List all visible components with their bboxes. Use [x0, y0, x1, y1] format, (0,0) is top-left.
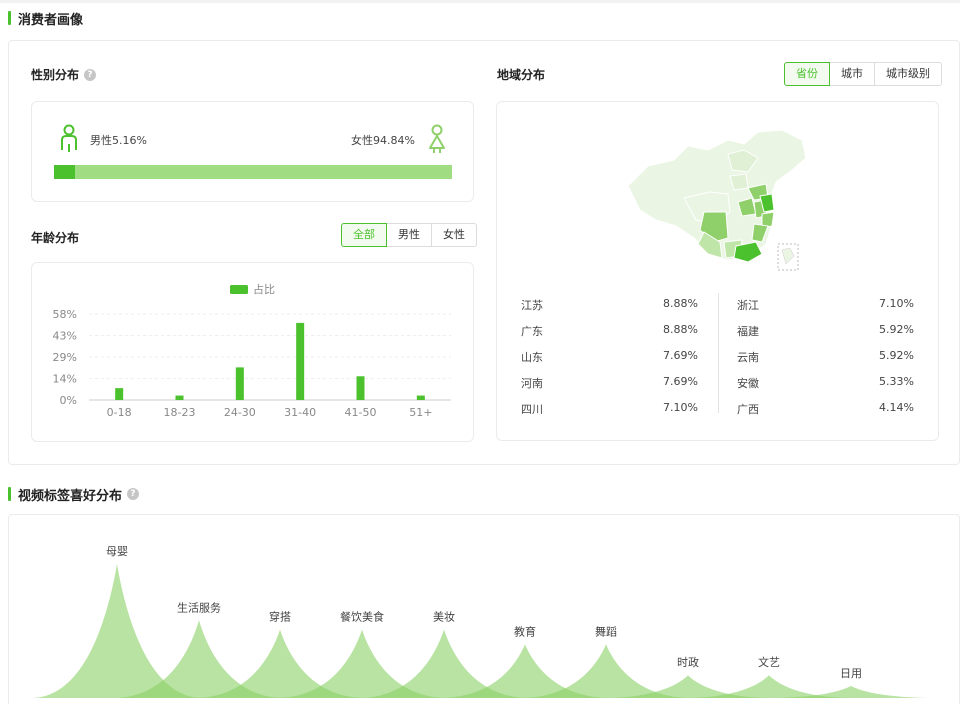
male-ratio-fill	[54, 165, 75, 179]
region-name: 广西	[737, 403, 759, 416]
region-percent: 8.88%	[663, 323, 698, 336]
region-name: 广东	[521, 325, 543, 338]
region-row: 河南 7.69%	[521, 375, 698, 391]
help-icon[interactable]: ?	[127, 488, 140, 500]
region-percent: 5.33%	[879, 375, 914, 388]
legend-label: 占比	[253, 282, 275, 296]
region-row: 安徽 5.33%	[737, 375, 914, 391]
female-share-label: 女性94.84%	[351, 134, 415, 147]
tag-label: 教育	[514, 624, 536, 638]
gender-title-row: 性别分布 ?	[31, 66, 97, 83]
region-percent: 5.92%	[879, 323, 914, 336]
y-tick-label: 43%	[53, 330, 77, 343]
tag-label: 日用	[840, 667, 862, 680]
gender-title: 性别分布	[31, 68, 80, 82]
tag-label: 文艺	[758, 655, 780, 669]
tag-preference-chart: 母婴生活服务穿搭 餐饮美食 美妆教育 舞蹈时政 文艺日用	[31, 545, 937, 698]
consumer-section-header: 消费者画像	[8, 10, 84, 28]
age-title-row: 年龄分布	[31, 229, 79, 246]
y-tick-label: 29%	[53, 351, 77, 364]
age-bar	[235, 367, 244, 400]
region-column-divider	[718, 293, 719, 413]
region-percent: 7.10%	[663, 401, 698, 414]
section-accent-bar	[8, 487, 11, 501]
y-tick-label: 14%	[53, 373, 77, 386]
x-tick-label: 0-18	[107, 406, 132, 419]
region-row: 四川 7.10%	[521, 401, 698, 417]
y-tick-label: 58%	[53, 308, 77, 321]
region-percent: 7.69%	[663, 375, 698, 388]
y-tick-label: 0%	[60, 394, 77, 407]
tab-age-female[interactable]: 女性	[431, 223, 477, 247]
tab-region-city[interactable]: 城市	[829, 62, 875, 86]
gender-panel	[31, 101, 474, 202]
region-percent: 8.88%	[663, 297, 698, 310]
region-name: 安徽	[737, 377, 759, 390]
region-percent: 7.69%	[663, 349, 698, 362]
tag-label: 时政	[677, 655, 699, 669]
section-accent-bar	[8, 11, 11, 25]
male-icon	[61, 124, 77, 152]
region-name: 浙江	[737, 299, 759, 312]
region-name: 河南	[521, 377, 543, 390]
tab-region-province[interactable]: 省份	[784, 62, 830, 86]
tag-label: 穿搭	[269, 610, 291, 624]
age-bar	[416, 395, 425, 400]
x-tick-label: 51+	[409, 406, 432, 419]
tags-section-title: 视频标签喜好分布	[18, 488, 123, 504]
region-row: 广东 8.88%	[521, 323, 698, 339]
region-name: 福建	[737, 325, 759, 338]
region-name: 四川	[521, 403, 543, 416]
region-row: 云南 5.92%	[737, 349, 914, 365]
tag-label: 美妆	[433, 611, 455, 624]
male-share-label: 男性5.16%	[90, 134, 147, 147]
age-bar	[296, 322, 305, 400]
top-divider	[0, 0, 960, 3]
age-filter-tabs: 全部 男性 女性	[341, 223, 477, 247]
x-tick-label: 41-50	[345, 406, 377, 419]
tag-label: 母婴	[106, 545, 128, 558]
age-bar	[175, 395, 184, 400]
region-percent: 5.92%	[879, 349, 914, 362]
gender-ratio-bar	[54, 165, 452, 179]
region-name: 云南	[737, 351, 759, 364]
region-row: 广西 4.14%	[737, 401, 914, 417]
age-title: 年龄分布	[31, 231, 80, 245]
tag-label: 舞蹈	[595, 625, 617, 638]
help-icon[interactable]: ?	[84, 68, 97, 81]
tab-age-all[interactable]: 全部	[341, 223, 387, 247]
tags-section-header: 视频标签喜好分布 ?	[8, 486, 140, 504]
region-percent: 4.14%	[879, 401, 914, 414]
region-row: 浙江 7.10%	[737, 297, 914, 313]
age-bar-chart: 占比 58% 43% 29% 14% 0% 0-18 18-23 24-30 31-40 41-50…	[53, 282, 451, 419]
region-title-row: 地域分布	[497, 66, 545, 83]
region-row: 山东 7.69%	[521, 349, 698, 365]
region-row: 江苏 8.88%	[521, 297, 698, 313]
legend-swatch	[230, 285, 248, 294]
tag-label: 生活服务	[177, 600, 221, 614]
region-row: 福建 5.92%	[737, 323, 914, 339]
age-bar	[356, 376, 365, 400]
consumer-section-title: 消费者画像	[18, 12, 84, 28]
region-name: 江苏	[521, 299, 543, 312]
tab-age-male[interactable]: 男性	[386, 223, 432, 247]
china-map	[627, 129, 807, 271]
age-bar	[115, 388, 124, 400]
region-title: 地域分布	[497, 68, 546, 82]
region-name: 山东	[521, 351, 543, 364]
region-filter-tabs: 省份 城市 城市级别	[784, 62, 942, 86]
tag-label: 餐饮美食	[340, 610, 384, 624]
x-tick-label: 31-40	[284, 406, 316, 419]
tab-region-city-level[interactable]: 城市级别	[874, 62, 942, 86]
x-tick-label: 18-23	[164, 406, 196, 419]
x-tick-label: 24-30	[224, 406, 256, 419]
female-icon	[429, 124, 445, 153]
region-percent: 7.10%	[879, 297, 914, 310]
